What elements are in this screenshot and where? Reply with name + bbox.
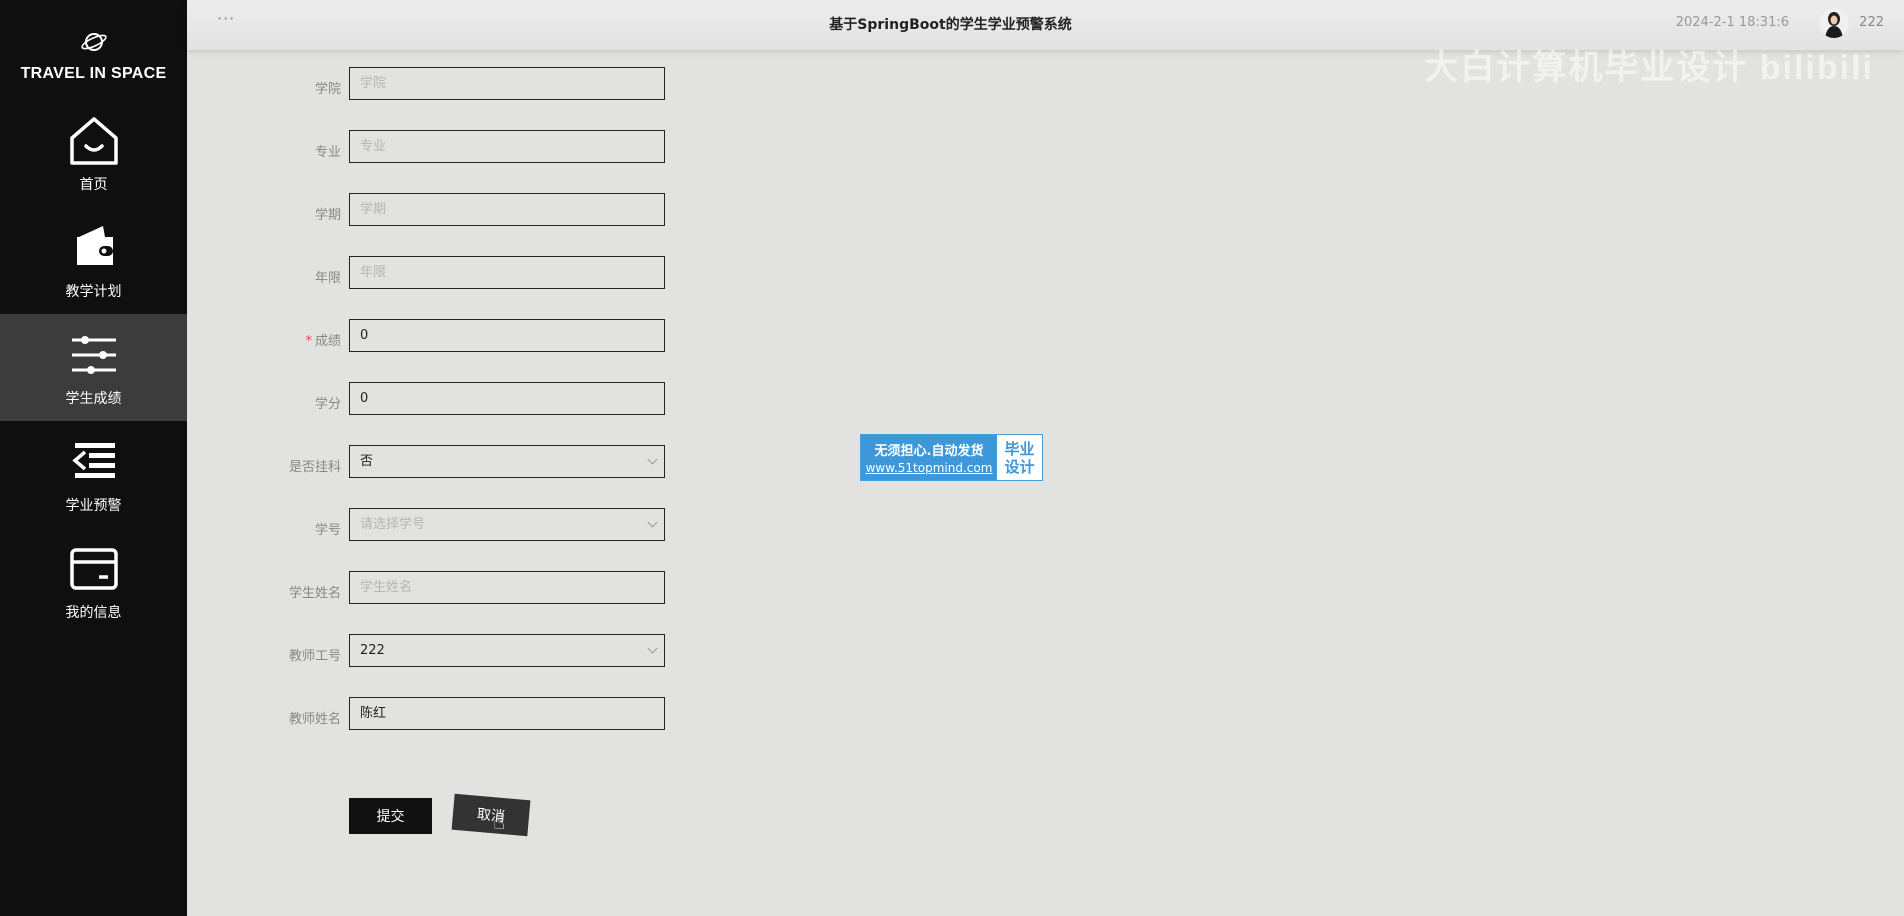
form-label: * 成绩 <box>305 330 341 349</box>
logo: TRAVEL IN SPACE <box>0 0 187 100</box>
form-row: 学分 0 <box>187 377 787 440</box>
sidebar-item-home[interactable]: 首页 <box>0 100 187 207</box>
badge-right2: 设计 <box>1004 457 1035 476</box>
input-value: 222 <box>360 643 385 658</box>
form-label: 学号 <box>315 519 341 538</box>
indent-list-icon <box>71 442 115 478</box>
input-placeholder: 学院 <box>360 76 387 91</box>
sidebar-item-teaching-plan[interactable]: 教学计划 <box>0 207 187 314</box>
input-placeholder: 请选择学号 <box>360 517 426 532</box>
form-row: 教师工号 222 <box>187 629 787 692</box>
badge-right1: 毕业 <box>1004 439 1035 458</box>
input-value: 否 <box>360 454 374 469</box>
input-value: 0 <box>360 328 369 343</box>
form-label-text: 学期 <box>314 208 341 223</box>
input-placeholder: 专业 <box>360 139 387 154</box>
input-placeholder: 学期 <box>360 202 387 217</box>
logo-text: TRAVEL IN SPACE <box>20 65 167 82</box>
chevron-down-icon <box>647 454 658 465</box>
form-input[interactable]: 年限 <box>349 256 665 289</box>
form-row: 专业 专业 <box>187 125 787 188</box>
form-select[interactable]: 否 <box>349 445 665 478</box>
form-label-text: 专业 <box>314 145 341 160</box>
form-row: 学院 学院 <box>187 62 787 125</box>
input-value: 0 <box>360 391 369 406</box>
form-label-text: 教师姓名 <box>288 712 341 727</box>
form-label-text: 学生姓名 <box>288 586 341 601</box>
edit-form: 学院 学院 专业 专业 学期 学期 年限 年限 * 成绩 0 学分 0 是否挂科否学号 请选择学号 学生姓名学… <box>187 62 787 755</box>
form-label-text: 教师工号 <box>288 649 341 664</box>
form-row: 学生姓名 学生姓名 <box>187 566 787 629</box>
form-input[interactable]: 学期 <box>349 193 665 226</box>
form-row: 年限 年限 <box>187 251 787 314</box>
badge-right: 毕业 设计 <box>997 435 1042 480</box>
hand-cursor-icon: ☝ <box>493 810 506 834</box>
input-placeholder: 年限 <box>360 265 387 280</box>
sidebar-item-academic-warning[interactable]: 学业预警 <box>0 421 187 528</box>
chevron-down-icon <box>647 643 658 654</box>
form-row: 学号 请选择学号 <box>187 503 787 566</box>
form-label: 教师工号 <box>289 645 341 664</box>
form-row: 是否挂科 否 <box>187 440 787 503</box>
form-label: 是否挂科 <box>289 456 341 475</box>
form-label: 教师姓名 <box>289 708 341 727</box>
card-icon <box>69 547 118 590</box>
promo-badge[interactable]: 无须担心.自动发货 www.51topmind.com 毕业 设计 <box>860 434 1043 481</box>
form-row: 教师姓名 陈红 <box>187 692 787 755</box>
sidebar-item-my-info[interactable]: 我的信息 <box>0 528 187 635</box>
form-label-text: 年限 <box>314 271 341 286</box>
page-title: 基于SpringBoot的学生学业预警系统 <box>829 17 1072 33</box>
form-input[interactable]: 0 <box>349 382 665 415</box>
avatar[interactable] <box>1819 8 1849 38</box>
form-input[interactable]: 学院 <box>349 67 665 100</box>
required-marker: * <box>305 334 312 349</box>
avatar-image <box>1819 8 1849 38</box>
form-label: 专业 <box>315 141 341 160</box>
form-label: 年限 <box>315 267 341 286</box>
datetime: 2024-2-1 18:31:6 <box>1675 15 1789 30</box>
form-row: * 成绩 0 <box>187 314 787 377</box>
form-label-text: 是否挂科 <box>288 460 341 475</box>
input-value: 陈红 <box>360 706 387 721</box>
form-label: 学生姓名 <box>289 582 341 601</box>
submit-button[interactable]: 提交 <box>349 798 432 834</box>
watermark: 大白计算机毕业设计 bilibili <box>1424 49 1874 87</box>
wallet-icon <box>76 225 113 265</box>
badge-line1: 无须担心.自动发货 <box>874 444 984 459</box>
input-placeholder: 学生姓名 <box>360 580 413 595</box>
home-icon <box>69 116 118 165</box>
chevron-down-icon <box>647 517 658 528</box>
sidebar-item-label: 学业预警 <box>65 497 122 514</box>
form-select[interactable]: 222 <box>349 634 665 667</box>
form-label-text: 成绩 <box>314 334 341 349</box>
form-label: 学院 <box>315 78 341 97</box>
form-input[interactable]: 0 <box>349 319 665 352</box>
sidebar-item-label: 首页 <box>79 176 108 193</box>
form-label-text: 学分 <box>314 397 341 412</box>
badge-line2: www.51topmind.com <box>865 461 993 475</box>
sidebar-item-label: 教学计划 <box>65 283 122 300</box>
planet-icon <box>80 33 107 51</box>
sidebar-item-student-grades[interactable]: 学生成绩 <box>0 314 187 421</box>
form-label-text: 学院 <box>314 82 341 97</box>
badge-left: 无须担心.自动发货 www.51topmind.com <box>861 435 997 480</box>
form-label: 学分 <box>315 393 341 412</box>
cancel-button[interactable]: 取消 <box>451 793 531 837</box>
sidebar-item-label: 学生成绩 <box>65 390 122 407</box>
form-label-text: 学号 <box>314 523 341 538</box>
form-input[interactable]: 专业 <box>349 130 665 163</box>
username: 222 <box>1859 15 1884 30</box>
sidebar: TRAVEL IN SPACE 首页 教学计划 学生成绩 学业预警 我的信息 <box>0 0 187 916</box>
form-row: 学期 学期 <box>187 188 787 251</box>
form-input[interactable]: 学生姓名 <box>349 571 665 604</box>
form-label: 学期 <box>315 204 341 223</box>
sliders-icon <box>71 335 116 374</box>
form-input[interactable]: 陈红 <box>349 697 665 730</box>
form-select[interactable]: 请选择学号 <box>349 508 665 541</box>
sidebar-item-label: 我的信息 <box>65 604 122 621</box>
